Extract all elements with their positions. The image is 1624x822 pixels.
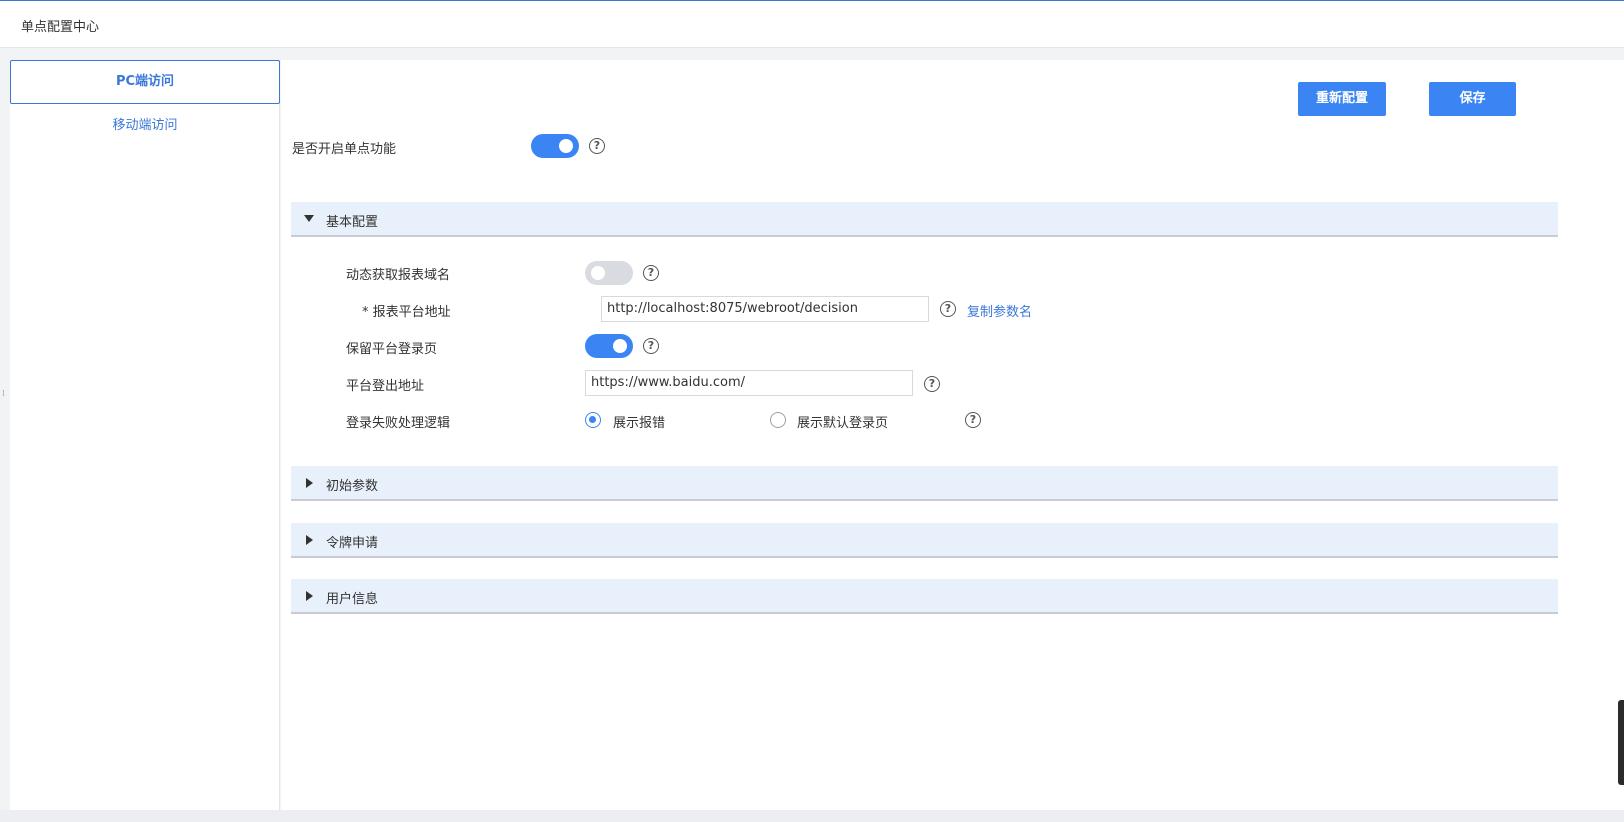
resize-grip-icon[interactable]: ⁞: [2, 390, 6, 406]
radio-show-default-login[interactable]: [770, 412, 786, 428]
toggle-knob: [559, 139, 573, 153]
help-icon[interactable]: ?: [643, 265, 659, 281]
keep-login-page-label: 保留平台登录页: [346, 342, 438, 357]
caret-right-icon: [306, 591, 313, 601]
help-icon[interactable]: ?: [924, 376, 940, 392]
sso-enable-label: 是否开启单点功能: [292, 142, 397, 157]
section-title-basic: 基本配置: [326, 215, 379, 230]
sso-enable-toggle[interactable]: [531, 134, 579, 158]
keep-login-page-toggle[interactable]: [585, 334, 633, 358]
title-bar: 单点配置中心: [0, 1, 1624, 48]
scrollbar-thumb[interactable]: [1618, 700, 1624, 785]
help-icon[interactable]: ?: [940, 301, 956, 317]
toggle-knob: [613, 339, 627, 353]
reconfigure-button[interactable]: 重新配置: [1298, 82, 1386, 116]
save-button[interactable]: 保存: [1429, 82, 1516, 116]
login-fail-label: 登录失败处理逻辑: [346, 416, 451, 431]
section-title-user-info: 用户信息: [326, 592, 379, 607]
main-panel: 重新配置 保存 是否开启单点功能 ? 基本配置 动态获取报表域名 ? * 报表平…: [281, 60, 1624, 810]
caret-right-icon: [306, 535, 313, 545]
section-header-init-params[interactable]: 初始参数: [291, 466, 1558, 501]
sidebar: PC端访问 移动端访问: [10, 60, 280, 810]
section-header-user-info[interactable]: 用户信息: [291, 579, 1558, 614]
toggle-knob: [591, 266, 605, 280]
section-title-init-params: 初始参数: [326, 479, 379, 494]
logout-url-input[interactable]: https://www.baidu.com/: [585, 370, 913, 396]
radio-show-error[interactable]: [585, 412, 601, 428]
radio-show-default-login-label: 展示默认登录页: [797, 416, 889, 431]
logout-url-label: 平台登出地址: [346, 379, 425, 394]
caret-down-icon: [304, 215, 314, 222]
help-icon[interactable]: ?: [965, 412, 981, 428]
help-icon[interactable]: ?: [589, 138, 605, 154]
copy-param-name-link[interactable]: 复制参数名: [967, 301, 1032, 320]
section-header-basic[interactable]: 基本配置: [291, 202, 1558, 237]
section-title-token-request: 令牌申请: [326, 536, 379, 551]
dynamic-domain-label: 动态获取报表域名: [346, 268, 451, 283]
dynamic-domain-toggle[interactable]: [585, 261, 633, 285]
sidebar-tab-mobile[interactable]: 移动端访问: [10, 104, 280, 148]
platform-url-input[interactable]: http://localhost:8075/webroot/decision: [601, 296, 929, 322]
page-title: 单点配置中心: [21, 20, 100, 35]
radio-show-error-label: 展示报错: [613, 416, 666, 431]
section-header-token-request[interactable]: 令牌申请: [291, 523, 1558, 558]
help-icon[interactable]: ?: [643, 338, 659, 354]
bottom-bar: [0, 810, 1624, 822]
sidebar-tab-pc[interactable]: PC端访问: [10, 60, 280, 104]
platform-url-label: * 报表平台地址: [362, 305, 451, 320]
caret-right-icon: [306, 478, 313, 488]
